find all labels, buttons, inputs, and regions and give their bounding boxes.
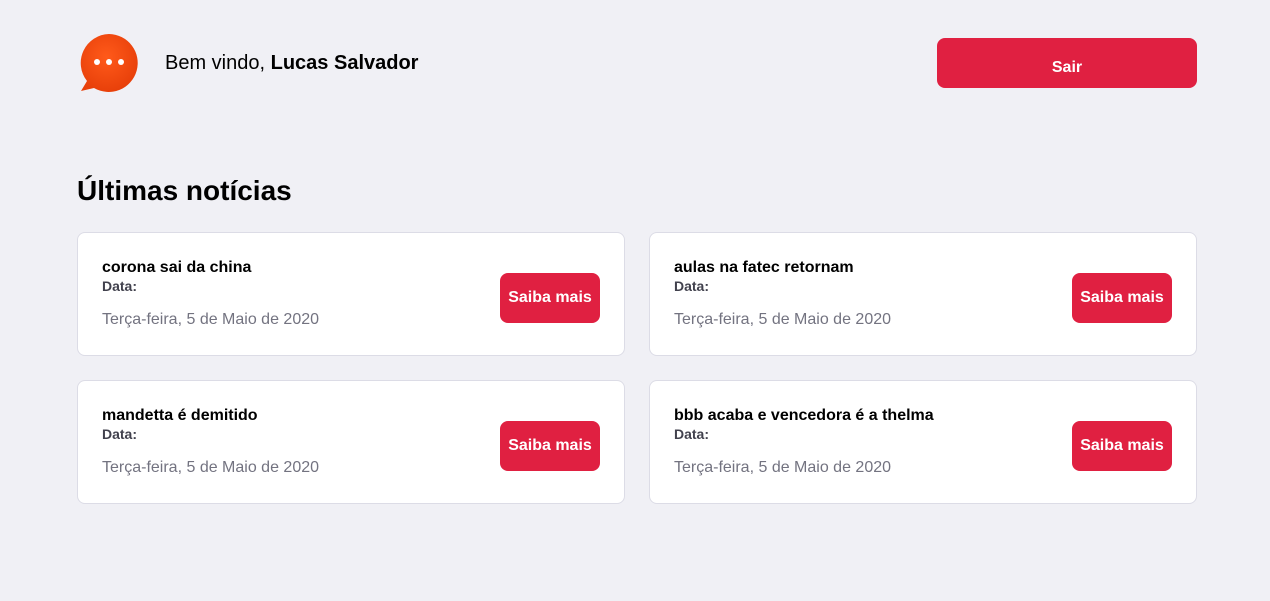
welcome-prefix: Bem vindo, [165, 52, 266, 74]
saiba-mais-button[interactable]: Saiba mais [1072, 273, 1172, 323]
news-card: corona sai da china Data: Terça-feira, 5… [77, 232, 625, 356]
saiba-mais-button[interactable]: Saiba mais [1072, 421, 1172, 471]
news-date: Terça-feira, 5 de Maio de 2020 [102, 311, 320, 328]
news-date: Terça-feira, 5 de Maio de 2020 [674, 459, 892, 476]
news-date-label: Data: [674, 278, 710, 294]
saiba-mais-button[interactable]: Saiba mais [500, 421, 600, 471]
chat-bubble-icon [80, 34, 138, 92]
saiba-mais-button[interactable]: Saiba mais [500, 273, 600, 323]
section-title: Últimas notícias [77, 175, 292, 206]
news-date: Terça-feira, 5 de Maio de 2020 [102, 459, 320, 476]
news-date-label: Data: [102, 278, 138, 294]
news-title: corona sai da china [102, 259, 252, 276]
news-date: Terça-feira, 5 de Maio de 2020 [674, 311, 892, 328]
welcome-message: Bem vindo, Lucas Salvador [165, 52, 418, 74]
news-title: bbb acaba e vencedora é a thelma [674, 407, 934, 424]
news-date-label: Data: [102, 426, 138, 442]
header: Bem vindo, Lucas Salvador Sair [0, 0, 1270, 120]
news-card: aulas na fatec retornam Data: Terça-feir… [649, 232, 1197, 356]
news-title: aulas na fatec retornam [674, 259, 854, 276]
logout-button[interactable]: Sair [937, 38, 1197, 88]
news-card: mandetta é demitido Data: Terça-feira, 5… [77, 380, 625, 504]
news-date-label: Data: [674, 426, 710, 442]
user-name: Lucas Salvador [270, 52, 419, 74]
news-title: mandetta é demitido [102, 407, 258, 424]
news-card: bbb acaba e vencedora é a thelma Data: T… [649, 380, 1197, 504]
